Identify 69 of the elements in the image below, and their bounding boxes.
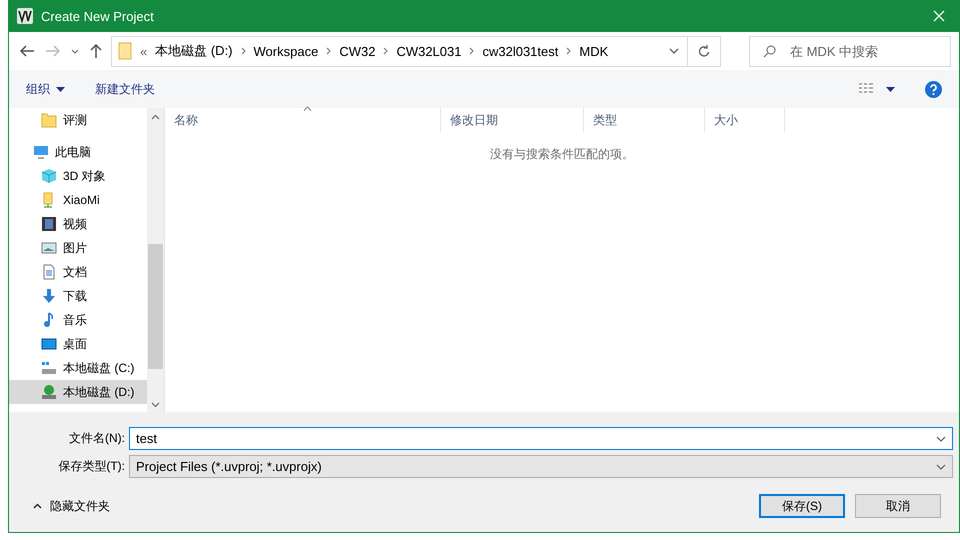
- app-logo-icon: [17, 8, 33, 24]
- sidebar-item[interactable]: 本地磁盘 (C:): [9, 356, 147, 380]
- organize-button[interactable]: 组织: [26, 80, 65, 98]
- desktop-icon: [41, 336, 57, 352]
- empty-message: 没有与搜索条件匹配的项。: [489, 146, 635, 163]
- document-icon: [41, 264, 57, 280]
- cube-icon: [41, 168, 57, 184]
- folder-icon: [118, 42, 132, 60]
- sidebar-item[interactable]: 视频: [9, 212, 147, 236]
- folder-icon: [41, 112, 57, 128]
- breadcrumb-separator-icon: [469, 47, 474, 55]
- scroll-up-icon: [151, 114, 160, 120]
- column-header[interactable]: 大小: [705, 108, 785, 132]
- recent-locations-button[interactable]: [69, 46, 81, 56]
- sidebar-item[interactable]: 图片: [9, 236, 147, 260]
- sidebar-item[interactable]: XiaoMi: [9, 188, 147, 212]
- cancel-button[interactable]: 取消: [855, 494, 941, 518]
- file-name-label: 文件名(N):: [68, 430, 126, 446]
- breadcrumb[interactable]: MDK: [579, 44, 608, 58]
- column-header[interactable]: 类型: [584, 108, 705, 132]
- new-folder-button[interactable]: 新建文件夹: [95, 80, 155, 98]
- breadcrumb[interactable]: 本地磁盘 (D:): [155, 42, 233, 60]
- help-icon: [925, 80, 942, 98]
- scroll-down-icon: [151, 402, 160, 408]
- caret-icon: [886, 86, 895, 92]
- address-dropdown-button[interactable]: [667, 46, 681, 56]
- breadcrumb-separator-icon: [326, 47, 332, 55]
- search-icon: [763, 44, 776, 58]
- breadcrumb[interactable]: CW32: [339, 44, 376, 58]
- breadcrumb[interactable]: CW32L031: [396, 44, 462, 58]
- sidebar-item[interactable]: 3D 对象: [9, 164, 147, 188]
- scrollbar[interactable]: [147, 108, 164, 412]
- breadcrumb-separator-icon: [383, 47, 388, 55]
- close-icon: [933, 10, 945, 22]
- refresh-icon: [698, 45, 710, 57]
- save-button[interactable]: 保存(S): [759, 494, 845, 518]
- chevron-down-icon: [936, 464, 946, 470]
- address-bar[interactable]: « 本地磁盘 (D:) Workspace CW32 CW32L031 cw32l031test MDK: [111, 36, 688, 66]
- file-name-field[interactable]: test: [129, 426, 953, 450]
- refresh-button[interactable]: [688, 36, 721, 66]
- sidebar-item[interactable]: 此电脑: [9, 140, 147, 164]
- breadcrumb-separator-icon: [566, 47, 572, 55]
- sidebar-item[interactable]: 下载: [9, 284, 147, 308]
- computer-icon: [33, 144, 49, 160]
- search-field[interactable]: 在 MDK 中搜索: [749, 36, 951, 66]
- chevron-down-icon: [936, 436, 946, 442]
- breadcrumb-separator-icon: [240, 47, 246, 55]
- sidebar-item[interactable]: 音乐: [9, 308, 147, 332]
- help-button[interactable]: [925, 80, 942, 98]
- film-icon: [41, 216, 57, 232]
- sidebar-item[interactable]: 桌面: [9, 332, 147, 356]
- breadcrumb[interactable]: Workspace: [254, 44, 318, 58]
- sidebar-item[interactable]: 文档: [9, 260, 147, 284]
- file-type-label: 保存类型(T):: [57, 458, 126, 474]
- breadcrumb[interactable]: cw32l031test: [482, 44, 558, 58]
- hide-folders-button[interactable]: 隐藏文件夹: [33, 498, 110, 514]
- column-header[interactable]: 名称: [165, 108, 441, 132]
- picture-icon: [41, 240, 57, 256]
- down-arrow-icon: [41, 288, 57, 304]
- chevron-up-icon: [33, 503, 42, 509]
- overflow-chevron[interactable]: «: [140, 44, 148, 58]
- window-title: Create New Project: [41, 8, 155, 24]
- sidebar-item[interactable]: 评测: [9, 108, 147, 132]
- drive-icon: [41, 384, 57, 400]
- sidebar-item[interactable]: 本地磁盘 (D:): [9, 380, 147, 404]
- column-header[interactable]: 修改日期: [441, 108, 584, 132]
- caret-icon: [56, 86, 65, 92]
- file-type-dropdown[interactable]: Project Files (*.uvproj; *.uvprojx): [129, 454, 953, 478]
- drive-icon: [41, 360, 57, 376]
